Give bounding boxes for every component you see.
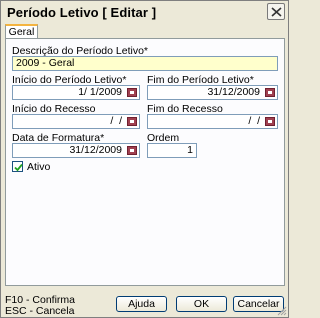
fim-recesso-value: / / [245,115,260,127]
data-formatura-value: 31/12/2009 [69,144,122,156]
tab-geral[interactable]: Geral [5,24,38,39]
ok-button[interactable]: OK [176,296,227,312]
ativo-checkbox[interactable] [12,161,23,172]
fim-periodo-value: 31/12/2009 [207,86,260,98]
title-bar: Período Letivo [ Editar ] [1,1,288,23]
inicio-recesso-input[interactable]: / / [12,114,140,129]
shortcut-cancel-text: ESC - Cancela [5,305,75,317]
inicio-periodo-input[interactable]: 1/ 1/2009 [12,85,140,100]
ativo-label: Ativo [27,161,51,173]
ordem-input[interactable]: 1 [147,143,197,158]
data-formatura-input[interactable]: 31/12/2009 [12,143,140,158]
descricao-input[interactable]: 2009 - Geral [12,56,278,71]
fim-recesso-input[interactable]: / / [147,114,278,129]
inicio-recesso-value: / / [107,115,122,127]
check-icon [14,163,23,172]
calendar-icon[interactable] [127,88,137,97]
help-button[interactable]: Ajuda [116,296,167,312]
dialog-window: Período Letivo [ Editar ] Geral Descriçã… [0,0,289,318]
fim-periodo-input[interactable]: 31/12/2009 [147,85,278,100]
calendar-icon[interactable] [265,117,275,126]
calendar-icon[interactable] [127,117,137,126]
calendar-icon[interactable] [127,146,137,155]
tab-panel-geral: Descrição do Período Letivo* 2009 - Gera… [5,38,285,286]
resize-grip-icon[interactable] [277,306,287,316]
window-title: Período Letivo [ Editar ] [7,5,157,20]
inicio-periodo-value: 1/ 1/2009 [78,86,122,98]
calendar-icon[interactable] [265,88,275,97]
close-icon [271,7,282,17]
close-button[interactable] [267,3,285,20]
